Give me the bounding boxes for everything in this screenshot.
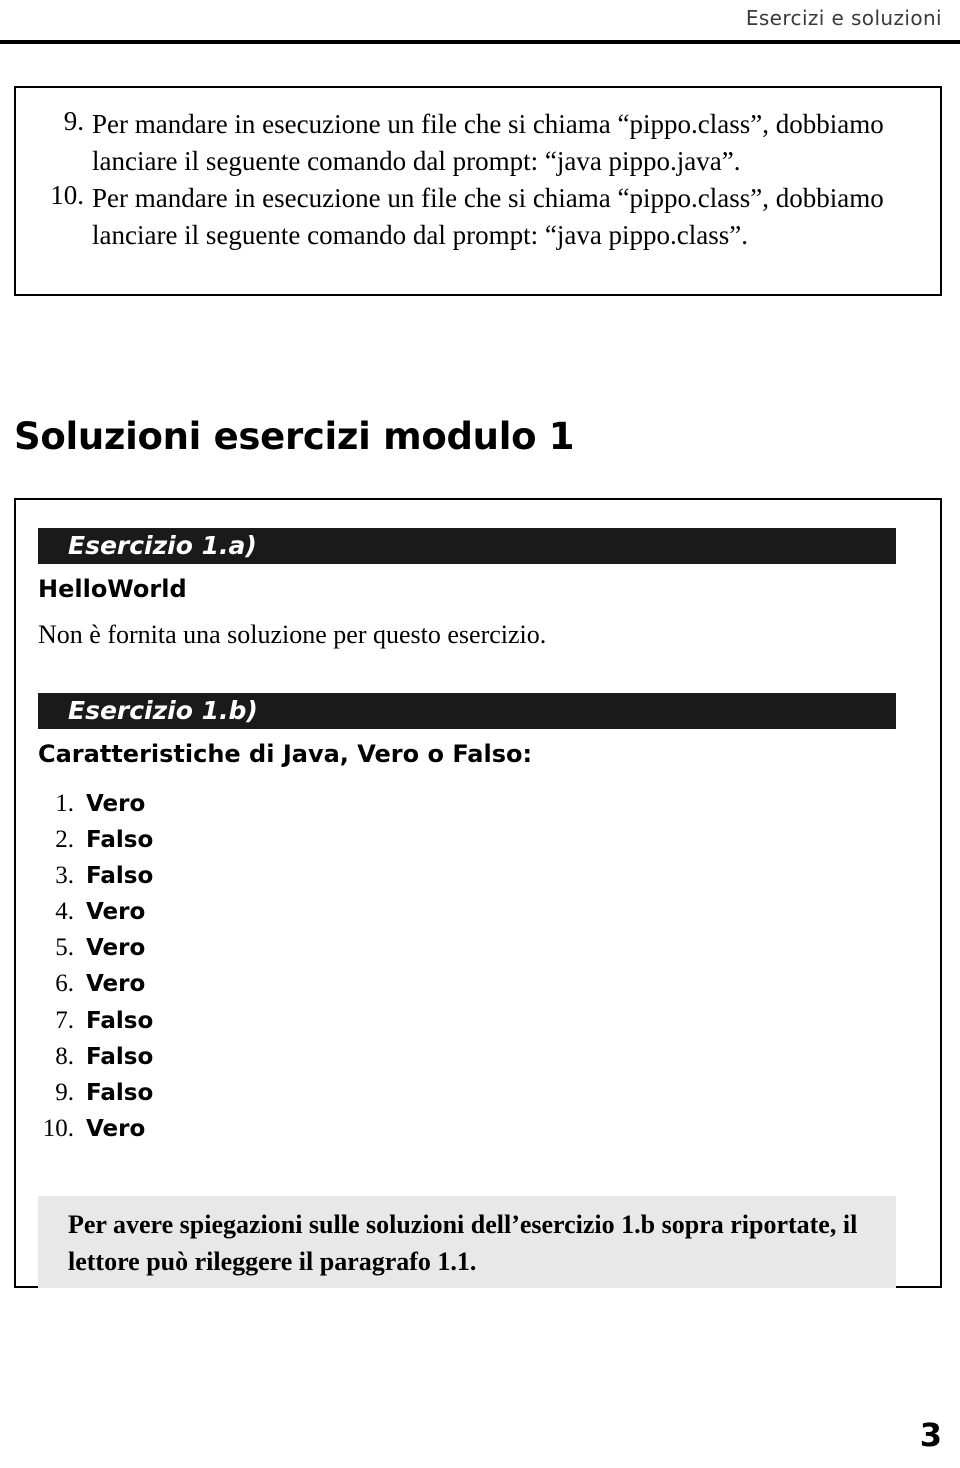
- answer-10-value: Vero: [86, 1116, 146, 1142]
- top-item-10-line1: Per mandare in esecuzione un file che si…: [92, 183, 884, 213]
- answer-8-number: 8.: [55, 1043, 74, 1070]
- note-line-1: Per avere spiegazioni sulle soluzioni de…: [68, 1210, 858, 1239]
- answer-6-value: Vero: [86, 971, 146, 997]
- answer-3-value: Falso: [86, 863, 154, 889]
- header-rule: [0, 40, 960, 44]
- answer-5-number: 5.: [55, 934, 74, 961]
- answer-9-value: Falso: [86, 1080, 154, 1106]
- top-item-9-number: 9.: [63, 106, 84, 136]
- top-item-9-line2: lanciare il seguente comando dal prompt:…: [92, 146, 741, 176]
- answer-9-number: 9.: [55, 1079, 74, 1106]
- top-item-10-line2: lanciare il seguente comando dal prompt:…: [92, 220, 749, 250]
- answer-7-number: 7.: [55, 1007, 74, 1034]
- answer-2-value: Falso: [86, 827, 154, 853]
- exercise-a-subtitle: HelloWorld: [38, 575, 187, 603]
- section-title: Soluzioni esercizi modulo 1: [14, 415, 575, 458]
- exercise-a-body: Non è fornita una soluzione per questo e…: [38, 620, 547, 649]
- exercise-b-banner: Esercizio 1.b): [38, 693, 896, 729]
- answer-8-value: Falso: [86, 1044, 154, 1070]
- page-header: Esercizi e soluzioni: [0, 0, 960, 46]
- top-item-10-number: 10.: [50, 180, 84, 210]
- top-item-9-line1: Per mandare in esecuzione un file che si…: [92, 109, 884, 139]
- answer-3-number: 3.: [55, 862, 74, 889]
- exercise-b-subtitle: Caratteristiche di Java, Vero o Falso:: [38, 740, 533, 768]
- answer-10-number: 10.: [42, 1115, 74, 1142]
- exercise-a-banner: Esercizio 1.a): [38, 528, 896, 564]
- page-number: 3: [919, 1416, 942, 1454]
- answer-1-value: Vero: [86, 791, 146, 817]
- answer-4-number: 4.: [55, 898, 74, 925]
- running-header-title: Esercizi e soluzioni: [745, 6, 942, 30]
- top-exercise-box: 9. Per mandare in esecuzione un file che…: [14, 86, 942, 296]
- answer-7-value: Falso: [86, 1008, 154, 1034]
- note-line-2: lettore può rileggere il paragrafo 1.1.: [68, 1247, 477, 1276]
- answer-1-number: 1.: [55, 790, 74, 817]
- answer-2-number: 2.: [55, 826, 74, 853]
- answer-4-value: Vero: [86, 899, 146, 925]
- answer-5-value: Vero: [86, 935, 146, 961]
- answer-6-number: 6.: [55, 970, 74, 997]
- solutions-box: [14, 498, 942, 1288]
